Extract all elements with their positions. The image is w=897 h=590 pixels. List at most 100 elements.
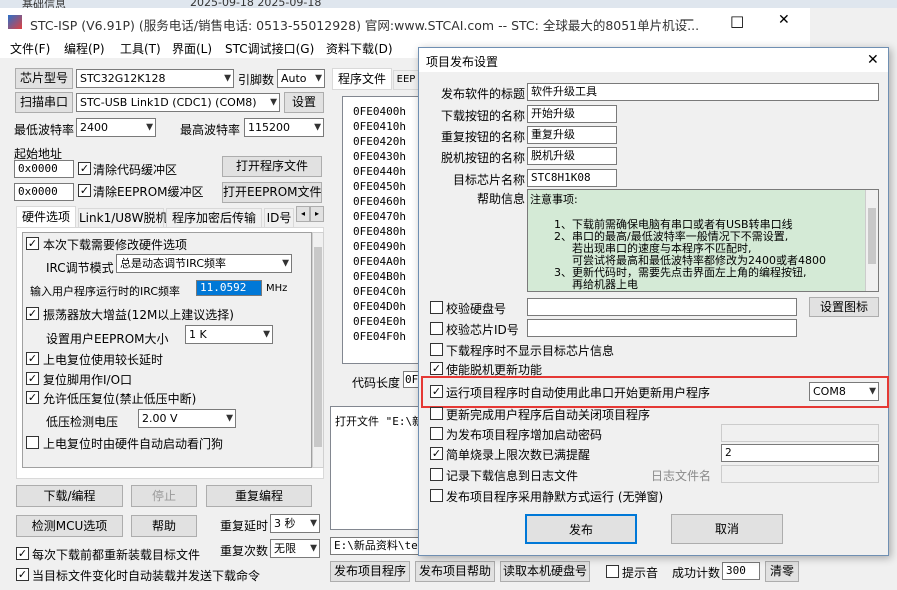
publish-help-button[interactable]: 发布项目帮助 — [415, 561, 495, 582]
hex-address: 0FE04B0h — [353, 270, 406, 283]
clear-eeprom-checkbox[interactable]: ✓ — [78, 184, 91, 197]
startup-password-label: 为发布项目程序增加启动密码 — [446, 428, 603, 442]
help-info-textarea[interactable]: 注意事项: 1、下载前需确保电脑有串口或者有USB转串口线 2、串口的最高/最低… — [527, 189, 879, 292]
help-button[interactable]: 帮助 — [131, 515, 197, 537]
hide-chip-info-label: 下载程序时不显示目标芯片信息 — [446, 344, 615, 358]
hex-address-list: 0FE0400h 0FE0410h 0FE0420h 0FE0430h 0FE0… — [353, 104, 406, 344]
max-baud-select[interactable]: 115200 ▼ — [244, 118, 324, 137]
open-program-file-button[interactable]: 打开程序文件 — [222, 156, 322, 177]
detect-mcu-button[interactable]: 检测MCU选项 — [16, 515, 123, 537]
password-input[interactable] — [721, 424, 879, 442]
long-delay-checkbox[interactable]: ✓ — [26, 352, 39, 365]
tab-scroll-right-icon[interactable]: ▸ — [310, 206, 324, 222]
eeprom-address-input[interactable]: 0x0000 — [14, 183, 74, 201]
auto-close-label: 更新完成用户程序后自动关闭项目程序 — [446, 408, 651, 422]
update-port-select[interactable]: COM8 ▼ — [809, 382, 879, 401]
menu-download[interactable]: 资料下载(D) — [326, 40, 393, 57]
log-filename-input[interactable] — [721, 465, 879, 483]
scrollbar-thumb[interactable] — [868, 208, 876, 264]
tab-hardware[interactable]: 硬件选项 — [16, 206, 76, 228]
help-scrollbar[interactable] — [865, 190, 878, 291]
irc-freq-input[interactable]: 11.0592 — [196, 280, 262, 296]
port-select[interactable]: STC-USB Link1D (CDC1) (COM8) ▼ — [76, 93, 280, 112]
hex-address: 0FE0470h — [353, 210, 406, 223]
tab-eeprom[interactable]: EEP — [393, 70, 419, 90]
hex-address: 0FE04F0h — [353, 330, 406, 343]
publish-project-button[interactable]: 发布项目程序 — [330, 561, 410, 582]
low-voltage-reset-checkbox[interactable]: ✓ — [26, 391, 39, 404]
software-title-input[interactable]: 软件升级工具 — [527, 83, 879, 101]
open-eeprom-file-button[interactable]: 打开EEPROM文件 — [222, 182, 322, 203]
osc-gain-checkbox[interactable]: ✓ — [26, 307, 39, 320]
silent-mode-checkbox[interactable] — [430, 489, 443, 502]
watchdog-checkbox[interactable] — [26, 436, 39, 449]
modify-hw-checkbox[interactable]: ✓ — [26, 237, 39, 250]
reload-checkbox[interactable]: ✓ — [16, 547, 29, 560]
chip-id-input[interactable] — [527, 319, 797, 337]
close-icon[interactable]: ✕ — [867, 52, 879, 68]
long-delay-label: 上电复位使用较长延时 — [43, 353, 164, 367]
tab-encrypt[interactable]: 程序加密后传输 — [166, 208, 262, 228]
offline-update-checkbox[interactable]: ✓ — [430, 362, 443, 375]
auto-close-checkbox[interactable] — [430, 407, 443, 420]
verify-disk-checkbox[interactable] — [430, 301, 443, 314]
download-program-button[interactable]: 下载/编程 — [16, 485, 123, 507]
reset-io-checkbox[interactable]: ✓ — [26, 372, 39, 385]
target-chip-input[interactable]: STC8H1K08 — [527, 169, 617, 187]
disk-id-input[interactable] — [527, 298, 797, 316]
eeprom-size-select[interactable]: 1 K ▼ — [185, 325, 273, 344]
pin-count-select[interactable]: Auto ▼ — [277, 69, 325, 88]
menu-interface[interactable]: 界面(L) — [172, 40, 212, 57]
tab-link1[interactable]: Link1/U8W脱机 — [78, 208, 168, 228]
cancel-button[interactable]: 取消 — [671, 514, 783, 544]
scan-port-button[interactable]: 扫描串口 — [15, 92, 73, 113]
chevron-down-icon: ▼ — [315, 73, 322, 83]
burn-limit-checkbox[interactable]: ✓ — [430, 447, 443, 460]
low-voltage-select[interactable]: 2.00 V ▼ — [138, 409, 236, 428]
download-btn-name-input[interactable]: 开始升级 — [527, 105, 617, 123]
hide-chip-info-checkbox[interactable] — [430, 343, 443, 356]
read-disk-id-button[interactable]: 读取本机硬盘号 — [500, 561, 590, 582]
auto-port-update-checkbox[interactable]: ✓ — [430, 385, 443, 398]
hardware-scrollbar[interactable] — [312, 232, 324, 468]
verify-chip-id-checkbox[interactable] — [430, 322, 443, 335]
set-icon-button[interactable]: 设置图标 — [809, 297, 879, 317]
irc-mode-value: 总是动态调节IRC频率 — [120, 257, 227, 270]
menu-debug[interactable]: STC调试接口(G) — [225, 40, 314, 57]
scrollbar-thumb[interactable] — [314, 247, 322, 447]
chevron-down-icon: ▼ — [310, 518, 317, 528]
tab-scroll-left-icon[interactable]: ◂ — [296, 206, 310, 222]
irc-mode-select[interactable]: 总是动态调节IRC频率 ▼ — [116, 254, 292, 273]
project-path-input[interactable]: E:\新品资料\te — [330, 537, 420, 555]
menu-file[interactable]: 文件(F) — [10, 40, 50, 57]
maximize-icon[interactable]: □ — [730, 12, 744, 30]
log-file-checkbox[interactable] — [430, 468, 443, 481]
repeat-count-select[interactable]: 无限 ▼ — [270, 539, 320, 558]
min-baud-label: 最低波特率 — [14, 123, 75, 137]
startup-password-checkbox[interactable] — [430, 427, 443, 440]
minimize-icon[interactable]: — — [680, 12, 694, 28]
tab-program-file[interactable]: 程序文件 — [332, 68, 392, 90]
clear-count-button[interactable]: 清零 — [765, 561, 799, 582]
settings-button[interactable]: 设置 — [284, 92, 324, 113]
log-file-label: 记录下载信息到日志文件 — [446, 469, 579, 483]
repeat-delay-select[interactable]: 3 秒 ▼ — [270, 514, 320, 533]
auto-send-checkbox[interactable]: ✓ — [16, 568, 29, 581]
code-address-input[interactable]: 0x0000 — [14, 160, 74, 178]
chip-model-select[interactable]: STC32G12K128 ▼ — [76, 69, 234, 88]
tab-id[interactable]: ID号 — [264, 208, 294, 228]
reprogram-button[interactable]: 重复编程 — [206, 485, 312, 507]
clear-code-checkbox[interactable]: ✓ — [78, 162, 91, 175]
repeat-btn-name-input[interactable]: 重复升级 — [527, 126, 617, 144]
menu-program[interactable]: 编程(P) — [64, 40, 105, 57]
publish-button[interactable]: 发布 — [525, 514, 637, 544]
beep-checkbox[interactable] — [606, 565, 619, 578]
menu-tools[interactable]: 工具(T) — [120, 40, 161, 57]
offline-btn-name-input[interactable]: 脱机升级 — [527, 147, 617, 165]
burn-limit-input[interactable]: 2 — [721, 444, 879, 462]
chip-model-value: STC32G12K128 — [80, 72, 166, 85]
stop-button[interactable]: 停止 — [131, 485, 197, 507]
close-icon[interactable]: ✕ — [778, 12, 790, 28]
min-baud-select[interactable]: 2400 ▼ — [76, 118, 156, 137]
chip-model-button[interactable]: 芯片型号 — [15, 68, 73, 89]
